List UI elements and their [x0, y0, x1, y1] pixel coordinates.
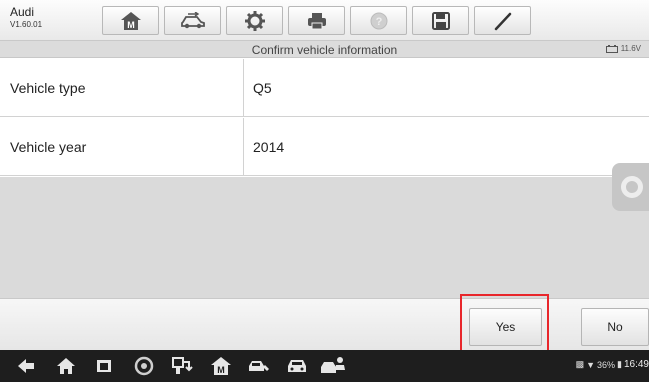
car-person-icon	[321, 357, 345, 373]
page-title: Confirm vehicle information	[251, 43, 398, 57]
vehicle-button[interactable]	[285, 356, 309, 376]
car-icon	[288, 360, 306, 372]
column-divider	[243, 59, 244, 117]
help-icon: ?	[370, 12, 387, 29]
title-bar: Confirm vehicle information 11.6V	[0, 41, 649, 58]
no-button[interactable]: No	[581, 308, 649, 346]
back-arrow-icon	[18, 359, 34, 373]
home-nav-button[interactable]	[56, 356, 76, 376]
car-wrench-icon	[249, 361, 269, 371]
back-button[interactable]	[16, 356, 36, 376]
remote-expert-button[interactable]	[320, 356, 346, 376]
vehicle-swap-icon	[180, 11, 205, 28]
info-label: Vehicle year	[10, 139, 87, 155]
svg-text:M: M	[127, 20, 135, 30]
settings-button[interactable]	[226, 6, 283, 35]
voltage-value: 11.6V	[620, 44, 641, 53]
info-value: Q5	[253, 80, 272, 96]
maxisys-home-button[interactable]: M	[210, 356, 232, 376]
app-name: Audi	[10, 5, 35, 19]
battery-icon: ▮	[617, 359, 622, 369]
voltage-indicator: 11.6V	[605, 44, 641, 53]
print-button[interactable]	[288, 6, 345, 35]
edit-button[interactable]	[474, 6, 531, 35]
settings-gear-icon	[244, 10, 265, 31]
wifi-icon: ▼	[586, 359, 595, 370]
info-value: 2014	[253, 139, 285, 155]
floating-assistive-handle[interactable]	[612, 163, 649, 211]
yes-button[interactable]: Yes	[469, 308, 542, 346]
vci-connect-button[interactable]	[171, 356, 193, 376]
system-navbar: M ▩ ▼ 36% ▮ 16:49	[0, 350, 649, 382]
status-area: ▩ ▼ 36% ▮ 16:49	[576, 359, 649, 370]
battery-percent: 36%	[597, 359, 616, 370]
printer-icon	[307, 12, 326, 29]
recent-apps-icon	[97, 360, 111, 372]
help-button[interactable]: ?	[350, 6, 407, 35]
home-m-icon: M	[211, 357, 231, 375]
svg-text:?: ?	[375, 16, 382, 28]
home-icon	[57, 358, 75, 374]
home-m-icon: M	[120, 11, 141, 30]
edit-pen-icon	[494, 12, 511, 30]
save-icon	[431, 11, 450, 30]
home-button[interactable]: M	[102, 6, 159, 35]
app-version: V1.60.01	[10, 20, 43, 29]
browser-button[interactable]	[134, 356, 154, 376]
app-info: Audi V1.60.01	[10, 6, 42, 30]
save-button[interactable]	[412, 6, 469, 35]
info-row-vehicle-type: Vehicle type Q5	[0, 59, 649, 117]
info-label: Vehicle type	[10, 80, 86, 96]
assistive-ring-icon	[621, 176, 643, 198]
action-bar: Yes No	[0, 298, 649, 350]
info-row-vehicle-year: Vehicle year 2014	[0, 118, 649, 176]
vehicle-swap-button[interactable]	[164, 6, 221, 35]
car-battery-icon	[605, 44, 618, 53]
svg-text:M: M	[217, 365, 225, 375]
empty-content-area	[0, 177, 649, 298]
top-toolbar: Audi V1.60.01 M ?	[0, 0, 649, 41]
column-divider	[243, 118, 244, 176]
browser-icon	[134, 356, 154, 376]
clock: 16:49	[623, 359, 649, 370]
vci-connect-icon	[172, 357, 193, 374]
recent-apps-button[interactable]	[94, 356, 114, 376]
message-icon: ▩	[575, 359, 585, 369]
quick-diagnostics-button[interactable]	[247, 356, 271, 376]
